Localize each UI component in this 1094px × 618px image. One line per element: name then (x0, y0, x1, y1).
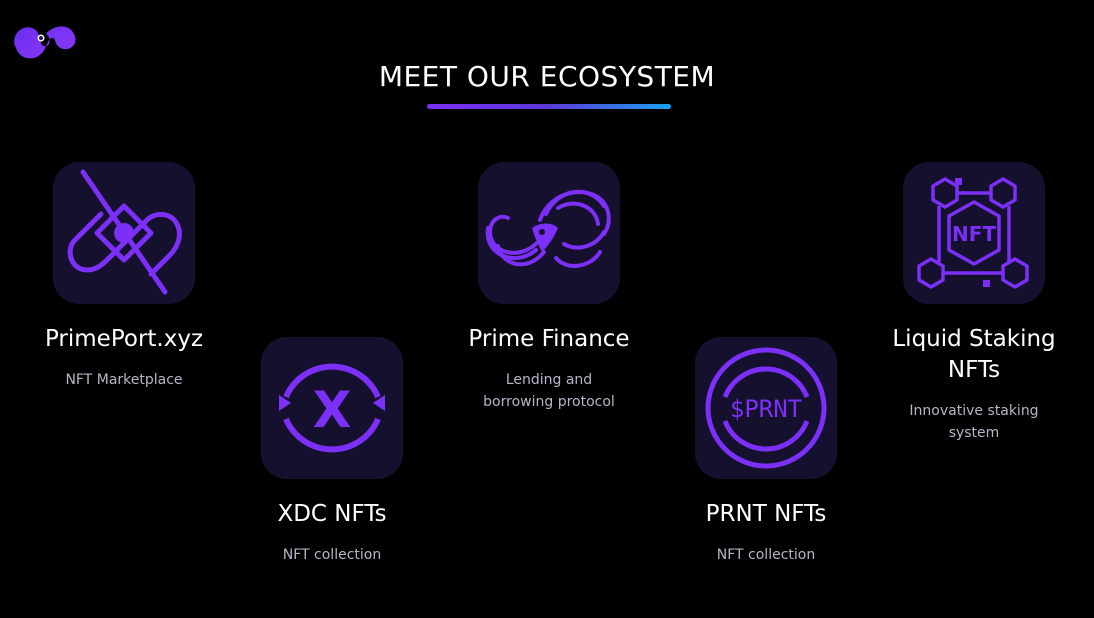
card-description-line: borrowing protocol (483, 394, 615, 410)
card-description-line: Innovative staking (909, 403, 1039, 419)
ecosystem-card-prime-finance[interactable]: Prime Finance Lending and borrowing prot… (434, 162, 664, 413)
xdc-tile[interactable]: X (261, 337, 403, 479)
card-description: Lending and borrowing protocol (434, 369, 664, 413)
card-description: Innovative staking system (859, 400, 1089, 444)
xdc-icon-letter: X (313, 381, 352, 439)
card-title: Prime Finance (468, 326, 630, 352)
card-title: PRNT NFTs (705, 501, 827, 527)
ecosystem-card-xdc[interactable]: X XDC NFTs NFT collection (217, 337, 447, 566)
card-description: NFT collection (716, 547, 816, 563)
prnt-icon-text: $PRNT (730, 395, 802, 423)
primeport-tile[interactable] (53, 162, 195, 304)
card-description: NFT collection (282, 547, 382, 563)
card-description: NFT Marketplace (65, 372, 183, 388)
prime-finance-icon (485, 189, 611, 268)
ecosystem-card-liquid-staking[interactable]: NFT Liquid Staking NFTs Innovative staki… (859, 162, 1089, 444)
prnt-icon: $PRNT (705, 347, 827, 469)
card-description-line: system (948, 425, 1000, 441)
ecosystem-card-prnt[interactable]: $PRNT PRNT NFTs NFT collection (651, 337, 881, 566)
ecosystem-card-primeport[interactable]: PrimePort.xyz NFT Marketplace (9, 162, 239, 391)
nft-cube-network-icon: NFT (917, 177, 1029, 289)
brand-logo[interactable] (8, 14, 78, 60)
prnt-tile[interactable]: $PRNT (695, 337, 837, 479)
card-title-line: Liquid Staking (892, 326, 1056, 352)
card-description-line: Lending and (505, 372, 593, 388)
liquid-staking-tile[interactable]: NFT (903, 162, 1045, 304)
prime-finance-tile[interactable] (478, 162, 620, 304)
brand-swirl-logo-icon (14, 26, 76, 59)
card-title: XDC NFTs (277, 501, 387, 527)
card-title-line: NFTs (947, 357, 1001, 383)
page-title: MEET OUR ECOSYSTEM (378, 60, 716, 93)
primeport-icon (67, 169, 182, 295)
card-title: PrimePort.xyz (44, 326, 204, 352)
nft-icon-text: NFT (952, 222, 996, 246)
title-underline (427, 104, 671, 109)
xdc-icon: X (279, 363, 385, 453)
card-title: Liquid Staking NFTs (859, 324, 1089, 386)
